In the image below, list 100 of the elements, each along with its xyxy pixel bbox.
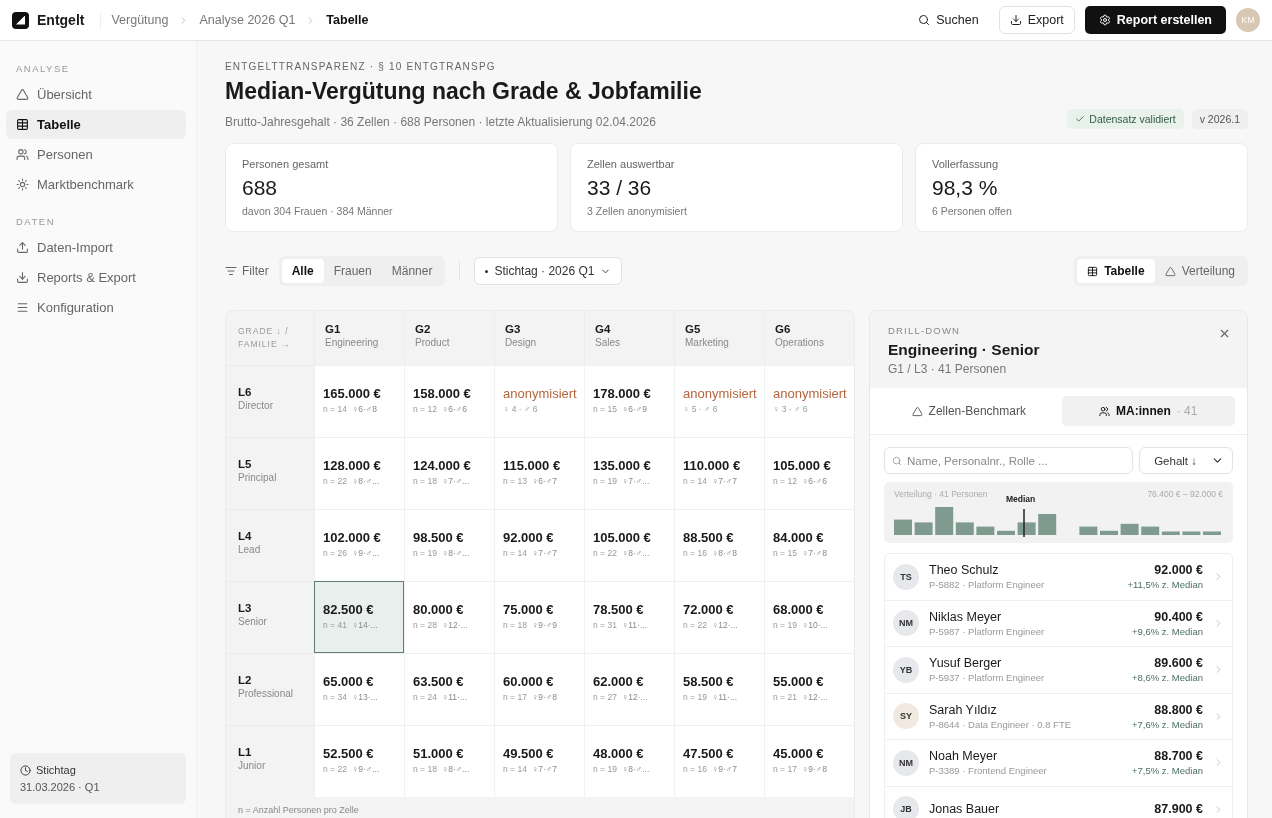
filter-label: Filter: [225, 264, 269, 278]
sidebar-item[interactable]: Reports & Export: [6, 263, 186, 292]
sidebar-item[interactable]: Personen: [6, 140, 186, 169]
person-name: Theo Schulz: [929, 563, 1000, 578]
table-cell[interactable]: 47.500 € n = 16 ♀9·♂7: [674, 724, 764, 797]
table-cell[interactable]: anonymisiert ♀ 3 · ♂ 6: [764, 364, 854, 437]
chevron-right-icon: [1213, 757, 1224, 769]
table-cell[interactable]: 72.000 € n = 22 ♀12·...: [674, 580, 764, 653]
section-title: ANALYSE: [15, 62, 71, 76]
sort-dropdown[interactable]: Gehalt ↓: [1139, 447, 1233, 474]
view-tab[interactable]: Verteilung: [1154, 259, 1245, 283]
breadcrumb-link[interactable]: Vergütung: [111, 13, 169, 27]
table-cell[interactable]: 63.500 € n = 24 ♀11·...: [404, 652, 494, 725]
person-avatar: YB: [893, 656, 919, 683]
table-cell[interactable]: 135.000 € n = 19 ♀7·♂...: [584, 436, 674, 509]
kpi-note: 3 Zellen anonymisiert: [587, 205, 688, 217]
column-header: G6 Operations: [764, 311, 854, 365]
person-meta: P-3389 · Frontend Engineer: [929, 765, 1047, 777]
sidebar-item[interactable]: Daten-Import: [6, 233, 186, 262]
status-badge: v 2026.1: [1191, 109, 1248, 129]
breadcrumb-link[interactable]: Analyse 2026 Q1: [199, 13, 296, 27]
sidebar-item[interactable]: Konfiguration: [6, 293, 186, 322]
date-label: Stichtag: [36, 763, 76, 778]
table-cell[interactable]: 105.000 € n = 12 ♀6·♂6: [764, 436, 854, 509]
kpi-value: 98,3 %: [932, 176, 999, 200]
table-cell[interactable]: 51.000 € n = 18 ♀8·♂...: [404, 724, 494, 797]
table-cell[interactable]: 52.500 € n = 22 ♀9·♂...: [314, 724, 404, 797]
check-icon: [1075, 114, 1086, 124]
panel-tab[interactable]: MA:innen · 41: [1061, 396, 1235, 426]
table-cell[interactable]: 105.000 € n = 22 ♀8·♂...: [584, 508, 674, 581]
status-badge: Datensatz validiert: [1067, 109, 1184, 129]
table-cell[interactable]: 84.000 € n = 15 ♀7·♂8: [764, 508, 854, 581]
table-cell[interactable]: 128.000 € n = 22 ♀8·♂...: [314, 436, 404, 509]
table-cell[interactable]: 165.000 € n = 14 ♀6·♂8: [314, 364, 404, 437]
person-row[interactable]: JB Jonas Bauer 87.900 €: [885, 786, 1232, 818]
filter-tab[interactable]: Alle: [281, 259, 324, 283]
median-delta: +8,6% z. Median: [1131, 672, 1203, 684]
person-salary: 90.400 €: [1153, 609, 1203, 624]
table-cell[interactable]: 178.000 € n = 15 ♀6·♂9: [584, 364, 674, 437]
panel-subtitle: G1 / L3 · 41 Personen: [888, 362, 1008, 376]
person-salary: 88.800 €: [1153, 702, 1203, 717]
person-row[interactable]: NM Niklas Meyer P-5987 · Platform Engineer 90.400 € +9,6% z. Median: [885, 600, 1232, 647]
table-cell[interactable]: 88.500 € n = 16 ♀8·♂8: [674, 508, 764, 581]
close-button[interactable]: [1218, 327, 1231, 340]
sidebar-item[interactable]: Tabelle: [6, 110, 186, 139]
person-row[interactable]: TS Theo Schulz P-5882 · Platform Engineer 92.000 € +11,5% z. Median: [885, 554, 1232, 601]
table-cell[interactable]: 49.500 € n = 14 ♀7·♂7: [494, 724, 584, 797]
table-cell[interactable]: 62.000 € n = 27 ♀12·...: [584, 652, 674, 725]
kpi-label: Vollerfassung: [932, 158, 1000, 170]
table-cell[interactable]: 110.000 € n = 14 ♀7·♂7: [674, 436, 764, 509]
corner-label: GRADE ↓ / FAMILIE →: [237, 325, 292, 351]
download-icon: [16, 271, 29, 284]
person-row[interactable]: NM Noah Meyer P-3389 · Frontend Engineer 88.700 € +7,5% z. Median: [885, 740, 1232, 787]
table-icon: [16, 118, 29, 131]
table-cell[interactable]: anonymisiert ♀ 5 · ♂ 6: [674, 364, 764, 437]
table-cell[interactable]: 102.000 € n = 26 ♀9·♂...: [314, 508, 404, 581]
search-field[interactable]: Name, Personalnr., Rolle ...: [884, 447, 1134, 474]
page-eyebrow: ENTGELTTRANSPARENZ · § 10 ENTGTRANSPG: [225, 61, 497, 72]
person-row[interactable]: YB Yusuf Berger P-5937 · Platform Engineer 89.600 € +8,6% z. Median: [885, 647, 1232, 694]
person-avatar: NM: [893, 749, 919, 776]
table-cell[interactable]: 78.500 € n = 31 ♀11·...: [584, 580, 674, 653]
table-cell[interactable]: 158.000 € n = 12 ♀6·♂6: [404, 364, 494, 437]
person-avatar: TS: [893, 563, 919, 590]
filter-tab[interactable]: Männer: [381, 259, 443, 283]
view-tab[interactable]: Tabelle: [1077, 259, 1155, 283]
histogram-range: 76.400 € – 92.000 €: [1147, 489, 1223, 499]
table-cell[interactable]: 75.000 € n = 18 ♀9·♂9: [494, 580, 584, 653]
report-button[interactable]: Report erstellen: [1084, 6, 1226, 34]
table-cell[interactable]: 48.000 € n = 19 ♀8·♂...: [584, 724, 674, 797]
sidebar-item[interactable]: Übersicht: [6, 80, 186, 109]
filter-tab[interactable]: Frauen: [323, 259, 382, 283]
table-cell[interactable]: 60.000 € n = 17 ♀9·♂8: [494, 652, 584, 725]
table-cell[interactable]: 124.000 € n = 18 ♀7·♂...: [404, 436, 494, 509]
table-cell[interactable]: 68.000 € n = 19 ♀10·...: [764, 580, 854, 653]
table-cell[interactable]: anonymisiert ♀ 4 · ♂ 6: [494, 364, 584, 437]
table-cell[interactable]: 98.500 € n = 19 ♀8·♂...: [404, 508, 494, 581]
date-dropdown[interactable]: Stichtag · 2026 Q1: [474, 257, 623, 285]
table-cell[interactable]: 92.000 € n = 14 ♀7·♂7: [494, 508, 584, 581]
column-header: G4 Sales: [584, 311, 674, 365]
table-cell[interactable]: 58.500 € n = 19 ♀11·...: [674, 652, 764, 725]
person-row[interactable]: SY Sarah Yıldız P-8644 · Data Engineer · 0.8 FTE 88.800 € +7,6% z. Median: [885, 693, 1232, 740]
person-meta: P-8644 · Data Engineer · 0.8 FTE: [929, 718, 1072, 730]
close-icon: [1218, 327, 1231, 340]
table-cell[interactable]: 65.000 € n = 34 ♀13·...: [314, 652, 404, 725]
breadcrumb-link[interactable]: Tabelle: [326, 13, 369, 27]
panel-eyebrow: DRILL-DOWN: [888, 325, 961, 336]
logo-icon: [12, 11, 29, 29]
download-icon: [1009, 14, 1022, 26]
export-button[interactable]: Export: [998, 6, 1075, 34]
table-cell[interactable]: 45.000 € n = 17 ♀9·♂8: [764, 724, 854, 797]
column-header: G1 Engineering: [314, 311, 404, 365]
search-button[interactable]: Suchen: [908, 7, 989, 33]
column-header: G2 Product: [404, 311, 494, 365]
sidebar-item[interactable]: Marktbenchmark: [6, 170, 186, 199]
table-cell[interactable]: 82.500 € n = 41 ♀14·...: [314, 580, 404, 653]
upload-icon: [16, 241, 29, 254]
table-cell[interactable]: 55.000 € n = 21 ♀12·...: [764, 652, 854, 725]
table-cell[interactable]: 80.000 € n = 28 ♀12·...: [404, 580, 494, 653]
table-cell[interactable]: 115.000 € n = 13 ♀6·♂7: [494, 436, 584, 509]
date-value: 31.03.2026 · Q1: [20, 779, 101, 795]
